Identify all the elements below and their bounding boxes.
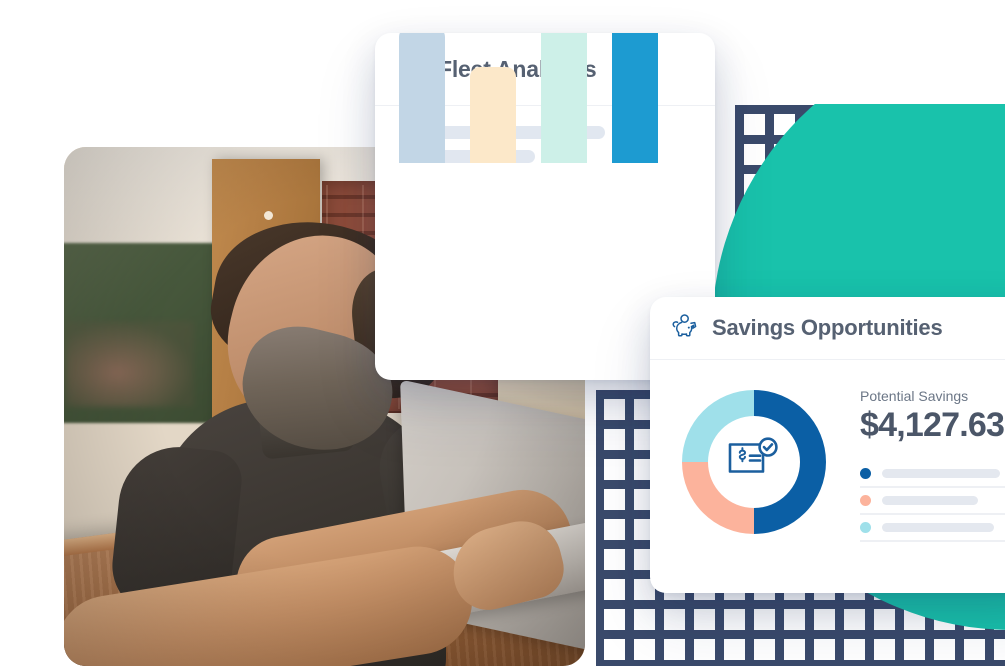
legend-placeholder-bar [882,469,1000,478]
bar-3 [541,33,587,163]
hero-composition: Fleet Analytics Savings Opportunities Po… [0,0,1005,666]
savings-opportunities-card: Savings Opportunities Potential Savings … [650,297,1005,593]
potential-savings-value: $4,127.63 [860,406,1005,444]
legend-placeholder-bar [882,523,994,532]
fleet-analytics-body [375,33,715,163]
legend-dot-2 [860,495,871,506]
piggy-bank-icon [672,313,700,344]
legend-placeholder-bar [882,496,978,505]
bar-1 [399,33,445,163]
savings-legend [860,461,1005,542]
check-payment-icon [726,435,782,490]
fleet-bar-chart [399,33,691,163]
savings-opportunities-body: Potential Savings $4,127.63 [650,360,1005,542]
bar-2 [470,67,516,163]
savings-opportunities-title: Savings Opportunities [712,315,943,340]
legend-dot-3 [860,522,871,533]
bar-4 [612,33,658,163]
potential-savings-label: Potential Savings [860,388,969,404]
legend-row[interactable] [860,488,1005,515]
savings-opportunities-header: Savings Opportunities [650,297,1005,360]
legend-dot-1 [860,468,871,479]
legend-row[interactable] [860,515,1005,542]
savings-donut-chart [670,382,838,542]
savings-summary: Potential Savings $4,127.63 [860,382,1005,542]
legend-row[interactable] [860,461,1005,488]
